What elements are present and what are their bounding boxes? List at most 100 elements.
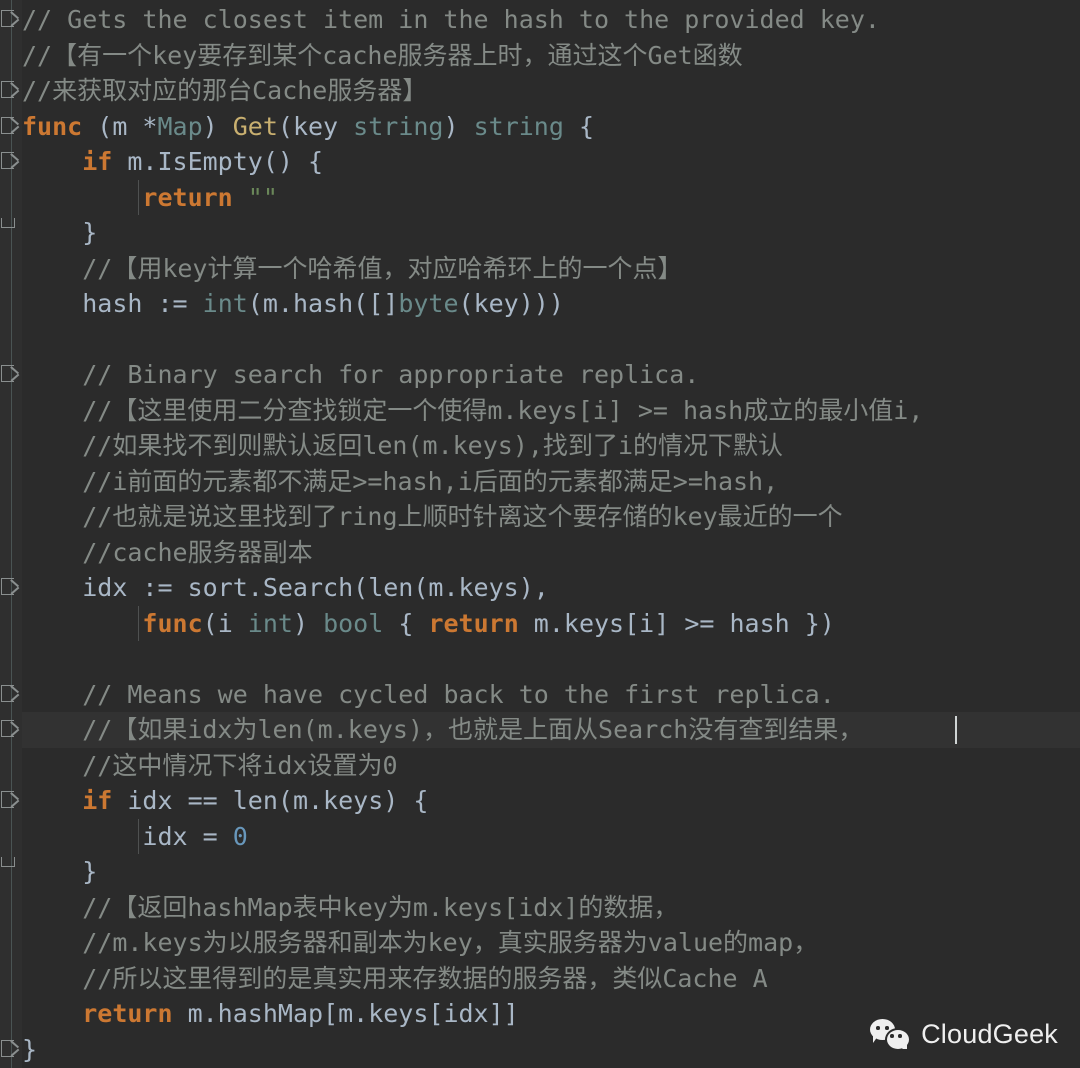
code-line[interactable]: //【如果idx为len(m.keys)，也就是上面从Search没有查到结果， [0,712,1080,748]
fold-toggle-icon[interactable] [1,720,20,738]
code-line[interactable]: } [0,854,1080,890]
code-line[interactable]: //所以这里得到的是真实用来存数据的服务器，类似Cache A [0,961,1080,997]
watermark: CloudGeek [870,1018,1058,1051]
code-line-text: if idx == len(m.keys) { [0,783,428,819]
token-typ: int [247,608,293,638]
fold-toggle-icon[interactable] [1,116,20,135]
token-pln: hash := [82,289,203,318]
code-line-text: //cache服务器副本 [0,535,312,571]
code-line[interactable]: } [0,215,1080,251]
code-line[interactable]: idx = 0 [0,819,1080,855]
token-kw: return [142,182,233,212]
token-cmt: //也就是说这里找到了ring上顺时针离这个要存储的key最近的一个 [82,502,843,531]
code-line[interactable] [0,322,1080,358]
token-pln: (m * [82,111,158,141]
token-pln: } [22,1034,38,1064]
code-line-text: return "" [0,180,278,216]
code-line[interactable]: //m.keys为以服务器和副本为key，真实服务器为value的map， [0,925,1080,961]
token-pln: idx == len(m.keys) { [112,786,429,815]
code-line[interactable]: //来获取对应的那台Cache服务器】 [0,73,1080,109]
code-line-text: // Means we have cycled back to the firs… [0,677,835,713]
fold-toggle-icon[interactable] [1,10,20,28]
folding-gutter[interactable] [0,0,22,1068]
token-fn: Get [232,111,278,141]
code-line-text: //m.keys为以服务器和副本为key，真实服务器为value的map， [0,925,818,961]
code-line[interactable]: if idx == len(m.keys) { [0,783,1080,819]
code-editor[interactable]: // Gets the closest item in the hash to … [0,0,1080,1068]
token-pln: (key))) [458,289,564,318]
code-line-text: //【如果idx为len(m.keys)，也就是上面从Search没有查到结果， [0,712,863,748]
token-pln: (i [202,608,248,638]
fold-region-end-marker[interactable] [1,857,15,867]
code-line-text: idx = 0 [0,819,248,855]
code-line-text: //这中情况下将idx设置为0 [0,748,398,784]
code-line[interactable]: //也就是说这里找到了ring上顺时针离这个要存储的key最近的一个 [0,499,1080,535]
code-line[interactable]: //【返回hashMap表中key为m.keys[idx]的数据， [0,890,1080,926]
fold-toggle-icon[interactable] [1,81,20,99]
code-line[interactable] [0,641,1080,677]
code-line-text: hash := int(m.hash([]byte(key))) [0,286,564,322]
code-line[interactable]: //i前面的元素都不满足>=hash,i后面的元素都满足>=hash, [0,464,1080,500]
code-line-text: func (m *Map) Get(key string) string { [0,109,594,145]
code-line[interactable]: idx := sort.Search(len(m.keys), [0,570,1080,606]
code-line-text: //来获取对应的那台Cache服务器】 [0,73,427,109]
code-line[interactable]: //cache服务器副本 [0,535,1080,571]
token-pln: m.keys[i] >= hash }) [518,608,835,638]
code-line[interactable]: //这中情况下将idx设置为0 [0,748,1080,784]
token-cmt: //【返回hashMap表中key为m.keys[idx]的数据， [82,892,679,922]
code-line[interactable]: // Gets the closest item in the hash to … [0,2,1080,38]
token-kw: return [82,999,173,1028]
code-line[interactable]: //【用key计算一个哈希值，对应哈希环上的一个点】 [0,251,1080,287]
token-kw: return [428,608,519,638]
fold-toggle-icon[interactable] [1,791,20,809]
code-line[interactable]: func(i int) bool { return m.keys[i] >= h… [0,606,1080,642]
code-line[interactable]: // Binary search for appropriate replica… [0,357,1080,393]
code-line[interactable]: //如果找不到则默认返回len(m.keys),找到了i的情况下默认 [0,428,1080,464]
fold-toggle-icon[interactable] [1,578,20,596]
code-area[interactable]: // Gets the closest item in the hash to … [0,0,1080,1068]
token-str: "" [247,182,278,212]
token-cmt: // Binary search for appropriate replica… [82,360,700,389]
token-cmt: //这中情况下将idx设置为0 [82,750,398,780]
code-line-text: //【这里使用二分查找锁定一个使得m.keys[i] >= hash成立的最小值… [0,393,923,429]
fold-toggle-icon[interactable] [1,152,20,170]
fold-region-end-marker[interactable] [1,218,15,228]
token-pln: idx := sort.Search(len(m.keys), [82,573,549,602]
code-line[interactable]: return "" [0,180,1080,216]
code-line-text: // Gets the closest item in the hash to … [0,2,880,38]
token-cmt: //m.keys为以服务器和副本为key，真实服务器为value的map， [82,928,819,957]
code-line[interactable]: //【这里使用二分查找锁定一个使得m.keys[i] >= hash成立的最小值… [0,393,1080,429]
token-pln: m.hashMap[m.keys[idx]] [172,999,519,1028]
code-line-text: // Binary search for appropriate replica… [0,357,699,393]
token-pln: } [82,218,98,247]
token-cmt: //【用key计算一个哈希值，对应哈希环上的一个点】 [82,253,683,283]
token-cmt: // Gets the closest item in the hash to … [22,5,880,34]
watermark-label: CloudGeek [921,1018,1058,1049]
token-typ: bool [323,608,384,638]
token-pln: { [563,111,595,141]
code-line[interactable]: hash := int(m.hash([]byte(key))) [0,286,1080,322]
token-typ: string [353,111,444,141]
token-pln: (key [277,111,354,141]
fold-toggle-icon[interactable] [1,1039,20,1058]
code-line[interactable]: if m.IsEmpty() { [0,144,1080,180]
token-cmt: //i前面的元素都不满足>=hash,i后面的元素都满足>=hash, [82,466,779,496]
fold-toggle-icon[interactable] [1,684,20,703]
code-line[interactable]: // Means we have cycled back to the firs… [0,677,1080,713]
token-kw: func [22,111,83,141]
token-cmt: //来获取对应的那台Cache服务器】 [22,76,428,105]
code-line-text: idx := sort.Search(len(m.keys), [0,570,549,606]
code-line-text: //【返回hashMap表中key为m.keys[idx]的数据， [0,890,678,926]
token-num: 0 [232,821,248,851]
token-pln [233,183,248,212]
code-line[interactable]: func (m *Map) Get(key string) string { [0,109,1080,145]
text-caret [955,716,958,744]
token-pln: idx = [142,821,233,851]
code-line[interactable]: //【有一个key要存到某个cache服务器上时，通过这个Get函数 [0,38,1080,74]
token-cmt: //【这里使用二分查找锁定一个使得m.keys[i] >= hash成立的最小值… [82,395,924,425]
token-cmt: //【有一个key要存到某个cache服务器上时，通过这个Get函数 [22,40,743,70]
fold-toggle-icon[interactable] [1,365,20,383]
token-kw: if [82,786,113,815]
code-line-text: //也就是说这里找到了ring上顺时针离这个要存储的key最近的一个 [0,499,843,535]
token-cmt: // Means we have cycled back to the firs… [82,679,835,709]
